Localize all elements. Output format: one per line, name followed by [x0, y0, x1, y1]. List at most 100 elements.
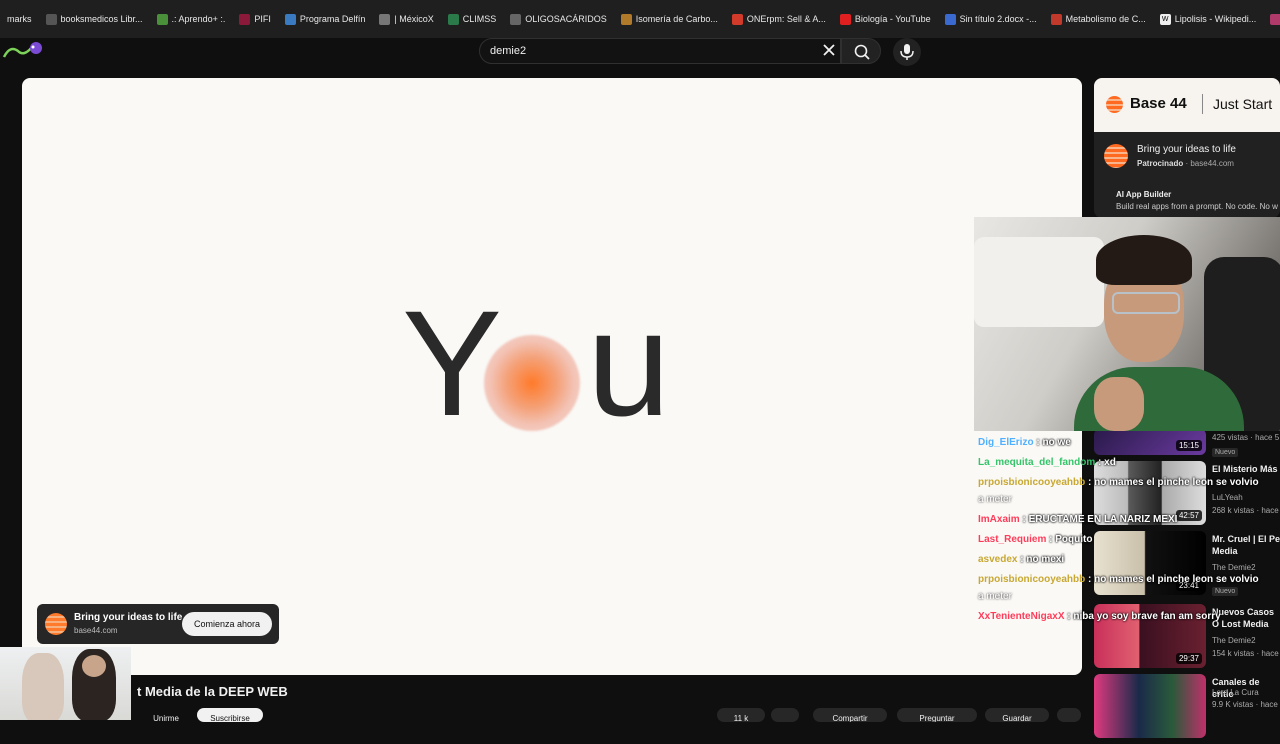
- flask-icon: [620, 13, 632, 25]
- channel-name: Lord La Cura: [1212, 688, 1259, 697]
- bookmark-item[interactable]: .: Aprendo+ :.: [150, 0, 233, 38]
- ad-tagline: Just Start: [1213, 96, 1273, 112]
- bookmark-item[interactable]: | MéxicoX: [372, 0, 440, 38]
- wikipedia-icon: W: [1159, 13, 1171, 25]
- chat-text: no mames el pinche leon se volvio: [1094, 574, 1259, 585]
- chat-message: XxTenienteNigaxX : niba yo soy brave fan…: [978, 611, 1221, 622]
- bookmark-item[interactable]: PIFI: [232, 0, 278, 38]
- ad-card-description: Build real apps from a prompt. No code. …: [1116, 202, 1278, 211]
- chat-separator: :: [1095, 457, 1105, 468]
- doc-icon: [944, 13, 956, 25]
- chat-text: no mames el pinche leon se volvio: [1094, 477, 1259, 488]
- circle-icon: [731, 13, 743, 25]
- shield-icon: [239, 13, 251, 25]
- bookmark-item[interactable]: Sin título 2.docx -...: [938, 0, 1044, 38]
- chat-username: ImAxaim: [978, 514, 1020, 525]
- bookmark-item[interactable]: ONErpm: Sell & A...: [725, 0, 833, 38]
- bookmark-item[interactable]: Isomería de Carbo...: [614, 0, 725, 38]
- chat-username: XxTenienteNigaxX: [978, 611, 1065, 622]
- bookmark-item[interactable]: OLIGOSACÁRIDOS: [503, 0, 614, 38]
- bookmark-label: Lipolisis - Wikipedi...: [1174, 14, 1257, 24]
- video-views: 154 k vistas · hace: [1212, 649, 1279, 658]
- search-icon: [854, 44, 870, 60]
- bookmark-label: Isomería de Carbo...: [635, 14, 718, 24]
- ad-card-sponsor: Patrocinado · base44.com: [1137, 159, 1234, 168]
- bookmarks-bar: marks booksmedicos Libr... .: Aprendo+ :. P…: [0, 0, 1280, 38]
- advertiser-avatar-icon: [1104, 144, 1128, 168]
- bookmark-label: booksmedicos Libr...: [60, 14, 143, 24]
- chat-text: ERUCTAME EN LA NARIZ MEXI: [1028, 514, 1178, 525]
- bookmark-label: Sin título 2.docx -...: [959, 14, 1037, 24]
- bookmark-item[interactable]: Biología - YouTube: [833, 0, 938, 38]
- bookmark-label: OLIGOSACÁRIDOS: [525, 14, 607, 24]
- person-hand: [1094, 377, 1144, 431]
- bookmark-item[interactable]: Metabolismo de C...: [1044, 0, 1153, 38]
- chat-message: prpoisbionicooyeahbb : no mames el pinch…: [978, 574, 1259, 585]
- microphone-icon: [900, 44, 914, 60]
- channel-logo-icon[interactable]: [2, 39, 44, 61]
- channel-name: The Demie2: [1212, 636, 1256, 645]
- ad-card-domain: base44.com: [1190, 159, 1234, 168]
- ad-overlay-domain: base44.com: [74, 626, 118, 635]
- divider: [1202, 94, 1203, 114]
- chat-text: Poquito: [1055, 534, 1093, 545]
- sidebar-ad-card[interactable]: Base 44 Just Start Bring your ideas to l…: [1094, 78, 1280, 218]
- video-views: 9.9 K vistas · hace: [1212, 700, 1278, 709]
- ad-card-title: Bring your ideas to life: [1137, 144, 1236, 155]
- base44-logo-icon: [1106, 96, 1123, 113]
- bookmark-item[interactable]: Lipólisis - EcuRed: [1263, 0, 1280, 38]
- ad-banner: Base 44 Just Start: [1094, 78, 1280, 132]
- ad-card-heading: AI App Builder: [1116, 190, 1172, 199]
- bookmark-item[interactable]: marks: [0, 0, 39, 38]
- ad-overlay[interactable]: Bring your ideas to life base44.com Comi…: [37, 604, 279, 644]
- glasses: [1112, 292, 1180, 314]
- chat-text-continuation: a meter: [978, 591, 1012, 602]
- search-button[interactable]: [841, 38, 881, 64]
- bookmark-item[interactable]: CLIMSS: [441, 0, 504, 38]
- inset-video-overlay: [0, 647, 131, 720]
- chat-separator: :: [1046, 534, 1056, 545]
- figure-left: [22, 653, 64, 720]
- orb-graphic: [484, 335, 580, 431]
- video-player[interactable]: Y u: [22, 78, 1082, 675]
- ad-brand: Base 44: [1130, 95, 1187, 112]
- bookmark-label: PIFI: [254, 14, 271, 24]
- stream-chat-overlay: Dig_ElErizo : no we La_mequita_del_fandom…: [978, 437, 1278, 637]
- chat-text: no we: [1042, 437, 1071, 448]
- bookmark-item[interactable]: booksmedicos Libr...: [39, 0, 150, 38]
- ad-overlay-title: Bring your ideas to life: [74, 612, 183, 623]
- chat-separator: :: [1019, 514, 1029, 525]
- bookmark-icon: [45, 13, 57, 25]
- bookmark-item[interactable]: W Lipolisis - Wikipedi...: [1153, 0, 1264, 38]
- chat-text: no mexi: [1026, 554, 1065, 565]
- chat-text: xd: [1104, 457, 1116, 468]
- figure-right-skin: [82, 655, 106, 677]
- leaf-icon: [447, 13, 459, 25]
- molecule-icon: [510, 13, 522, 25]
- bookmark-label: Metabolismo de C...: [1065, 14, 1146, 24]
- chat-username: Last_Requiem: [978, 534, 1047, 545]
- sponsored-label: Patrocinado: [1137, 159, 1184, 168]
- bookmark-label: .: Aprendo+ :.: [171, 14, 226, 24]
- bookmark-label: ONErpm: Sell & A...: [746, 14, 826, 24]
- chat-message: Last_Requiem : Poquito: [978, 534, 1092, 545]
- bookmark-label: Programa Delfín: [299, 14, 366, 24]
- chat-username: asvedex: [978, 554, 1018, 565]
- video-thumbnail: [1094, 674, 1206, 738]
- person-hair: [1096, 235, 1192, 285]
- star-icon: [156, 13, 168, 25]
- search-query: demie2: [490, 45, 527, 57]
- drop-icon: [379, 13, 391, 25]
- voice-search-button[interactable]: [893, 38, 921, 66]
- chat-username: prpoisbionicooyeahbb: [978, 477, 1086, 488]
- clear-search-icon[interactable]: [820, 41, 838, 59]
- recommendation-item[interactable]: Canales de critic Lord La Cura 9.9 K vis…: [1094, 674, 1280, 744]
- chat-message: prpoisbionicooyeahbb : no mames el pinch…: [978, 477, 1259, 488]
- search-input[interactable]: demie2: [479, 38, 841, 64]
- ad-cta-button[interactable]: Comienza ahora: [182, 612, 272, 636]
- background-pillow: [974, 237, 1104, 327]
- you-logo: Y u: [402, 283, 702, 443]
- bookmark-label: Biología - YouTube: [854, 14, 931, 24]
- bookmark-item[interactable]: Programa Delfín: [278, 0, 373, 38]
- webcam-overlay: [974, 217, 1280, 431]
